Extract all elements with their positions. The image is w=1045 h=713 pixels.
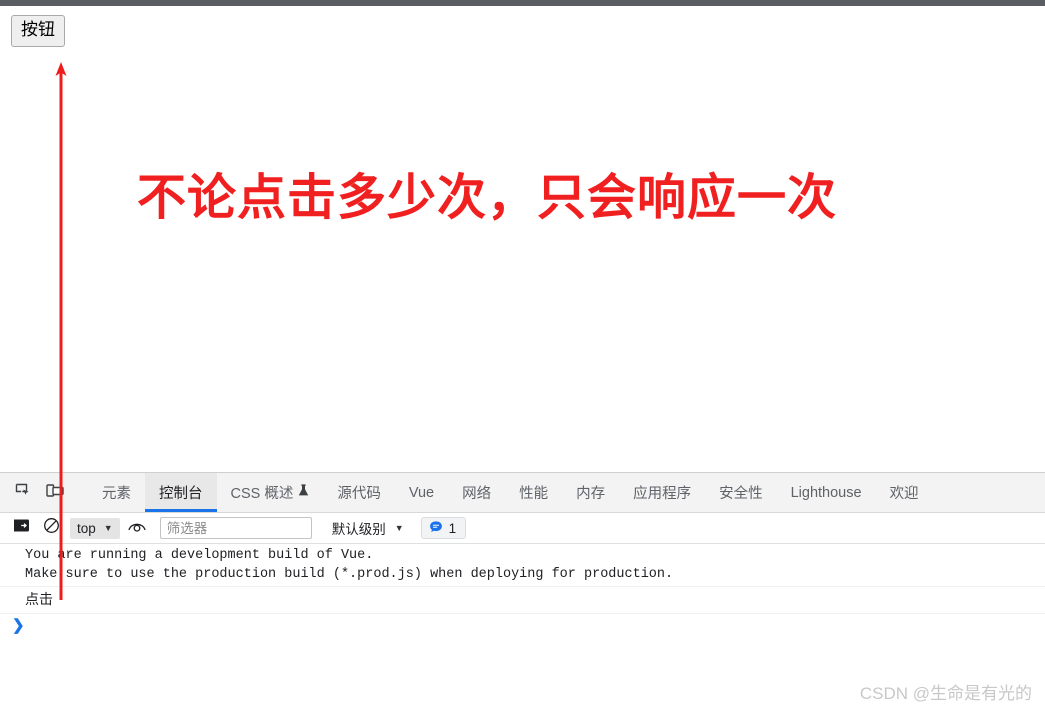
log-level-select[interactable]: 默认级别 ▼ [332, 518, 404, 538]
console-output: You are running a development build of V… [0, 544, 1045, 640]
live-expression-eye-icon [127, 519, 147, 538]
tab-label: 安全性 [719, 486, 763, 502]
console-message-line: You are running a development build of V… [25, 548, 374, 563]
tab-memory[interactable]: 内存 [562, 473, 619, 512]
csdn-watermark: CSDN @生命是有光的 [859, 684, 1032, 703]
tab-welcome[interactable]: 欢迎 [876, 473, 933, 512]
tab-label: 元素 [102, 486, 131, 502]
clear-console-icon [43, 517, 60, 539]
tab-label: Lighthouse [790, 484, 862, 501]
console-message-line: Make sure to use the production build (*… [0, 565, 1045, 587]
tab-performance[interactable]: 性能 [505, 473, 562, 512]
live-expression-button[interactable] [124, 516, 150, 540]
console-sidebar-button[interactable] [8, 516, 34, 540]
log-level-value: 默认级别 [331, 522, 386, 537]
console-filter-input[interactable] [159, 517, 312, 539]
tab-label: 欢迎 [889, 486, 919, 502]
message-count-value: 1 [448, 520, 457, 536]
tab-application[interactable]: 应用程序 [619, 473, 705, 512]
tab-security[interactable]: 安全性 [705, 473, 777, 512]
device-toolbar-button[interactable] [39, 473, 70, 512]
page-headline: 不论点击多少次，只会响应一次 [137, 171, 838, 225]
console-toolbar: top ▼ 默认级别 ▼ [0, 513, 1045, 544]
tab-console[interactable]: 控制台 [145, 473, 217, 512]
inspect-element-button[interactable] [8, 473, 39, 512]
clear-console-button[interactable] [38, 516, 64, 540]
devtools-tabbar: 元素 控制台 CSS 概述 源代码 Vue 网络 性能 内存 应用程序 安全性 … [0, 473, 1045, 513]
tab-label: 控制台 [159, 486, 203, 502]
console-sidebar-icon [13, 518, 30, 538]
tab-lighthouse[interactable]: Lighthouse [777, 473, 876, 512]
tab-label: 源代码 [337, 486, 381, 502]
tab-label: 应用程序 [633, 486, 692, 502]
execution-context-select[interactable]: top ▼ [70, 517, 120, 539]
tab-label: Vue [408, 484, 435, 501]
demo-button[interactable]: 按钮 [11, 15, 65, 47]
device-toolbar-icon [45, 482, 64, 504]
devtools-panel: 元素 控制台 CSS 概述 源代码 Vue 网络 性能 内存 应用程序 安全性 … [0, 472, 1045, 713]
devtools-tab-list: 元素 控制台 CSS 概述 源代码 Vue 网络 性能 内存 应用程序 安全性 … [88, 473, 933, 512]
web-page-viewport: 按钮 不论点击多少次，只会响应一次 [0, 6, 1045, 472]
message-count-badge[interactable]: 1 [420, 517, 467, 539]
tab-vue[interactable]: Vue [395, 473, 448, 512]
tab-sources[interactable]: 源代码 [323, 473, 395, 512]
prompt-chevron-icon: ❯ [12, 617, 25, 634]
tab-label: 性能 [519, 486, 549, 502]
speech-bubble-icon [429, 520, 443, 537]
chevron-down-icon: ▼ [394, 522, 404, 533]
tab-label: 内存 [576, 486, 606, 502]
console-input-prompt[interactable]: ❯ [0, 614, 1045, 640]
console-message-line: 点击 [0, 587, 1045, 614]
tab-network[interactable]: 网络 [448, 473, 505, 512]
experiment-flask-icon [298, 484, 309, 501]
screen-root: 按钮 不论点击多少次，只会响应一次 元素 控制台 CSS 概述 源代码 Vue … [0, 0, 1045, 713]
execution-context-value: top [77, 520, 96, 536]
tab-label: 网络 [462, 486, 492, 502]
inspect-element-icon [15, 482, 32, 504]
tab-css-overview[interactable]: CSS 概述 [217, 473, 324, 512]
chevron-down-icon: ▼ [103, 522, 113, 533]
tab-elements[interactable]: 元素 [88, 473, 145, 512]
tab-label: CSS 概述 [230, 486, 294, 502]
